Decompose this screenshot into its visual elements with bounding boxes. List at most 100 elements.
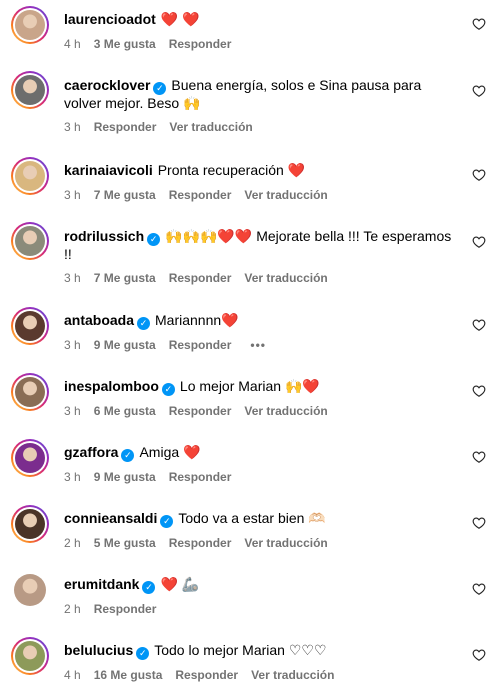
avatar-border — [13, 8, 47, 42]
comment-item: gzaffora ✓ Amiga ❤️ 3 h 9 Me gusta Responder — [0, 433, 498, 499]
comment-time[interactable]: 3 h — [64, 120, 81, 134]
comment-time[interactable]: 3 h — [64, 338, 81, 352]
comment-username[interactable]: connieansaldi — [64, 510, 157, 526]
avatar-image — [15, 641, 45, 671]
avatar[interactable] — [11, 373, 49, 411]
like-comment-heart-icon[interactable] — [472, 235, 486, 249]
avatar[interactable] — [11, 6, 49, 44]
comment-item: connieansaldi ✓ Todo va a estar bien 🫶🏻 2 h… — [0, 499, 498, 565]
avatar-image — [15, 10, 45, 40]
reply-button[interactable]: Responder — [175, 668, 238, 682]
reply-button[interactable]: Responder — [94, 602, 157, 616]
comment-time[interactable]: 4 h — [64, 668, 81, 682]
comment-body: connieansaldi ✓ Todo va a estar bien 🫶🏻 — [64, 510, 454, 528]
likes-count-button[interactable]: 9 Me gusta — [94, 338, 156, 352]
comment-time[interactable]: 3 h — [64, 271, 81, 285]
comment-emoji: ❤️ ❤️ — [160, 11, 200, 27]
avatar-border — [13, 375, 47, 409]
avatar-border — [13, 224, 47, 258]
likes-count-button[interactable]: 9 Me gusta — [94, 470, 156, 484]
comment-meta: 3 h 7 Me gusta Responder Ver traducción — [64, 188, 341, 202]
comment-username[interactable]: belulucius — [64, 642, 133, 658]
comment-meta: 4 h 3 Me gusta Responder — [64, 37, 244, 51]
comment-meta: 3 h 7 Me gusta Responder Ver traducción — [64, 271, 341, 285]
comment-time[interactable]: 3 h — [64, 188, 81, 202]
avatar[interactable] — [11, 157, 49, 195]
comment-text: Todo lo mejor Marian ♡♡♡ — [154, 642, 327, 658]
like-comment-heart-icon[interactable] — [472, 17, 486, 31]
avatar-border — [13, 639, 47, 673]
comment-text: Todo va a estar bien 🫶🏻 — [178, 510, 326, 526]
avatar-border — [13, 441, 47, 475]
comment-item: belulucius ✓ Todo lo mejor Marian ♡♡♡ 4 h 16… — [0, 631, 498, 697]
comment-time[interactable]: 2 h — [64, 602, 81, 616]
likes-count-button[interactable]: 16 Me gusta — [94, 668, 163, 682]
comment-item: erumitdank ✓ ❤️ 🦾 2 h Responder — [0, 565, 498, 631]
see-translation-button[interactable]: Ver traducción — [244, 536, 327, 550]
see-translation-button[interactable]: Ver traducción — [244, 271, 327, 285]
likes-count-button[interactable]: 7 Me gusta — [94, 188, 156, 202]
like-comment-heart-icon[interactable] — [472, 516, 486, 530]
avatar[interactable] — [11, 307, 49, 345]
verified-badge-icon: ✓ — [161, 383, 175, 396]
comment-text: Lo mejor Marian 🙌❤️ — [179, 378, 320, 394]
likes-count-button[interactable]: 3 Me gusta — [94, 37, 156, 51]
comment-username[interactable]: laurencioadot — [64, 11, 156, 27]
like-comment-heart-icon[interactable] — [472, 384, 486, 398]
avatar[interactable] — [11, 439, 49, 477]
reply-button[interactable]: Responder — [169, 404, 232, 418]
comment-text: Pronta recuperación ❤️ — [157, 162, 306, 178]
reply-button[interactable]: Responder — [169, 536, 232, 550]
comment-time[interactable]: 3 h — [64, 404, 81, 418]
like-comment-heart-icon[interactable] — [472, 648, 486, 662]
comment-time[interactable]: 3 h — [64, 470, 81, 484]
avatar-border — [13, 159, 47, 193]
avatar-image — [15, 226, 45, 256]
comment-username[interactable]: caerocklover — [64, 77, 150, 93]
comment-username[interactable]: karinaiavicoli — [64, 162, 153, 178]
likes-count-button[interactable]: 6 Me gusta — [94, 404, 156, 418]
avatar[interactable] — [11, 505, 49, 543]
like-comment-heart-icon[interactable] — [472, 168, 486, 182]
verified-badge-icon: ✓ — [147, 233, 161, 246]
comment-text: Mariannnn❤️ — [155, 312, 239, 328]
reply-button[interactable]: Responder — [169, 338, 232, 352]
like-comment-heart-icon[interactable] — [472, 582, 486, 596]
verified-badge-icon: ✓ — [121, 449, 135, 462]
like-comment-heart-icon[interactable] — [472, 84, 486, 98]
comment-time[interactable]: 4 h — [64, 37, 81, 51]
comment-username[interactable]: gzaffora — [64, 444, 118, 460]
see-translation-button[interactable]: Ver traducción — [244, 188, 327, 202]
comment-item: caerocklover ✓ Buena energía, solos e Sina… — [0, 66, 498, 151]
comment-username[interactable]: erumitdank — [64, 576, 139, 592]
like-comment-heart-icon[interactable] — [472, 318, 486, 332]
likes-count-button[interactable]: 5 Me gusta — [94, 536, 156, 550]
comment-username[interactable]: rodrilussich — [64, 228, 144, 244]
see-translation-button[interactable]: Ver traducción — [169, 120, 252, 134]
reply-button[interactable]: Responder — [169, 271, 232, 285]
reply-button[interactable]: Responder — [169, 188, 232, 202]
comment-time[interactable]: 2 h — [64, 536, 81, 550]
avatar[interactable] — [11, 571, 49, 609]
like-comment-heart-icon[interactable] — [472, 450, 486, 464]
see-translation-button[interactable]: Ver traducción — [251, 668, 334, 682]
more-options-icon[interactable]: ••• — [250, 338, 266, 352]
reply-button[interactable]: Responder — [94, 120, 157, 134]
reply-button[interactable]: Responder — [169, 470, 232, 484]
comment-body: erumitdank ✓ ❤️ 🦾 — [64, 576, 454, 594]
avatar[interactable] — [11, 222, 49, 260]
avatar[interactable] — [11, 637, 49, 675]
comment-body: belulucius ✓ Todo lo mejor Marian ♡♡♡ — [64, 642, 454, 660]
see-translation-button[interactable]: Ver traducción — [244, 404, 327, 418]
reply-button[interactable]: Responder — [169, 37, 232, 51]
comment-username[interactable]: antaboada — [64, 312, 134, 328]
avatar[interactable] — [11, 71, 49, 109]
comment-item: karinaiavicoli Pronta recuperación ❤️ 3 h 7… — [0, 151, 498, 217]
comment-item: inespalomboo ✓ Lo mejor Marian 🙌❤️ 3 h 6 Me … — [0, 367, 498, 433]
comment-item: antaboada ✓ Mariannnn❤️ 3 h 9 Me gusta Respon… — [0, 301, 498, 367]
comment-body: inespalomboo ✓ Lo mejor Marian 🙌❤️ — [64, 378, 454, 396]
comment-username[interactable]: inespalomboo — [64, 378, 159, 394]
avatar-image — [15, 377, 45, 407]
comment-meta: 3 h 6 Me gusta Responder Ver traducción — [64, 404, 341, 418]
likes-count-button[interactable]: 7 Me gusta — [94, 271, 156, 285]
